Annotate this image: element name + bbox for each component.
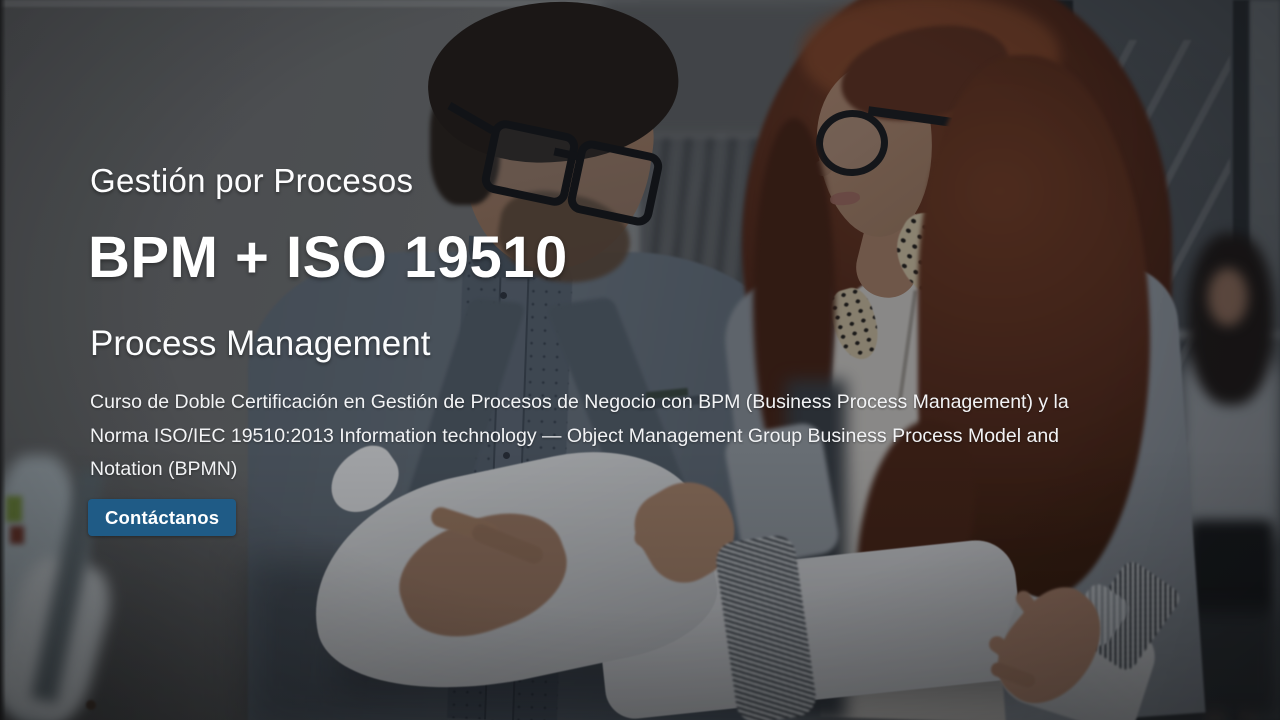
hero-description: Curso de Doble Certificación en Gestión … — [90, 386, 1150, 487]
contact-button[interactable]: Contáctanos — [88, 499, 236, 536]
hero-kicker: Gestión por Procesos — [90, 162, 413, 200]
hero-title: BPM + ISO 19510 — [88, 224, 568, 291]
hero-banner: Gestión por Procesos BPM + ISO 19510 Pro… — [0, 0, 1280, 720]
hero-subtitle: Process Management — [90, 324, 430, 364]
hero-description-line: Notation (BPMN) — [90, 453, 1150, 487]
hero-description-line: Curso de Doble Certificación en Gestión … — [90, 386, 1150, 420]
hero-description-line: Norma ISO/IEC 19510:2013 Information tec… — [90, 420, 1150, 454]
hero-content: Gestión por Procesos BPM + ISO 19510 Pro… — [0, 0, 1280, 720]
